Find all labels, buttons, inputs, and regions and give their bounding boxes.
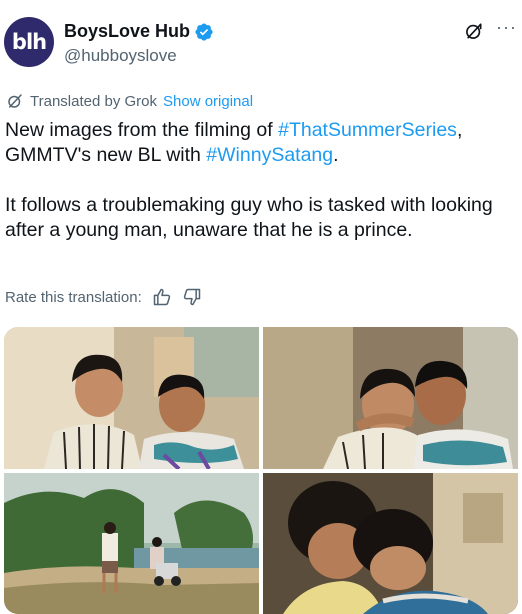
avatar-logo-text: blh xyxy=(11,30,47,54)
grok-icon[interactable] xyxy=(464,21,484,41)
translation-notice: Translated by Grok Show original xyxy=(6,92,253,110)
show-original-link[interactable]: Show original xyxy=(163,93,253,110)
thumbs-down-icon[interactable] xyxy=(182,287,202,307)
hashtag-link[interactable]: #WinnySatang xyxy=(206,144,333,166)
tweet-text-segment: New images from the filming of xyxy=(5,119,279,141)
tweet-line-2: GMMTV's new BL with #WinnySatang. xyxy=(5,143,520,168)
media-grid xyxy=(4,327,518,614)
tweet-line-1: New images from the filming of #ThatSumm… xyxy=(5,118,520,143)
thumbs-up-icon[interactable] xyxy=(152,287,172,307)
more-icon[interactable]: ··· xyxy=(496,18,517,36)
grok-icon xyxy=(6,92,24,110)
tweet-text: New images from the filming of #ThatSumm… xyxy=(5,118,520,243)
translated-by-label: Translated by Grok xyxy=(30,92,157,110)
hashtag-link[interactable]: #ThatSummerSeries xyxy=(278,119,457,141)
author-handle[interactable]: @hubboyslove xyxy=(64,46,177,66)
tweet-paragraph-2: It follows a troublemaking guy who is ta… xyxy=(5,194,493,241)
tweet-photo[interactable] xyxy=(4,327,259,469)
tweet-photo[interactable] xyxy=(4,473,259,614)
author-display-name[interactable]: BoysLove Hub xyxy=(64,21,190,42)
tweet-text-segment: , xyxy=(456,119,463,141)
author-name-row: BoysLove Hub xyxy=(64,21,214,42)
avatar[interactable]: blh xyxy=(4,17,54,67)
rate-translation: Rate this translation: xyxy=(5,287,202,307)
tweet-photo[interactable] xyxy=(263,473,518,614)
tweet-photo[interactable] xyxy=(263,327,518,469)
verified-badge-icon xyxy=(194,22,214,42)
tweet-text-segment: . xyxy=(333,144,339,166)
rate-translation-label: Rate this translation: xyxy=(5,288,142,306)
tweet-text-segment: GMMTV's new BL with xyxy=(5,144,207,166)
